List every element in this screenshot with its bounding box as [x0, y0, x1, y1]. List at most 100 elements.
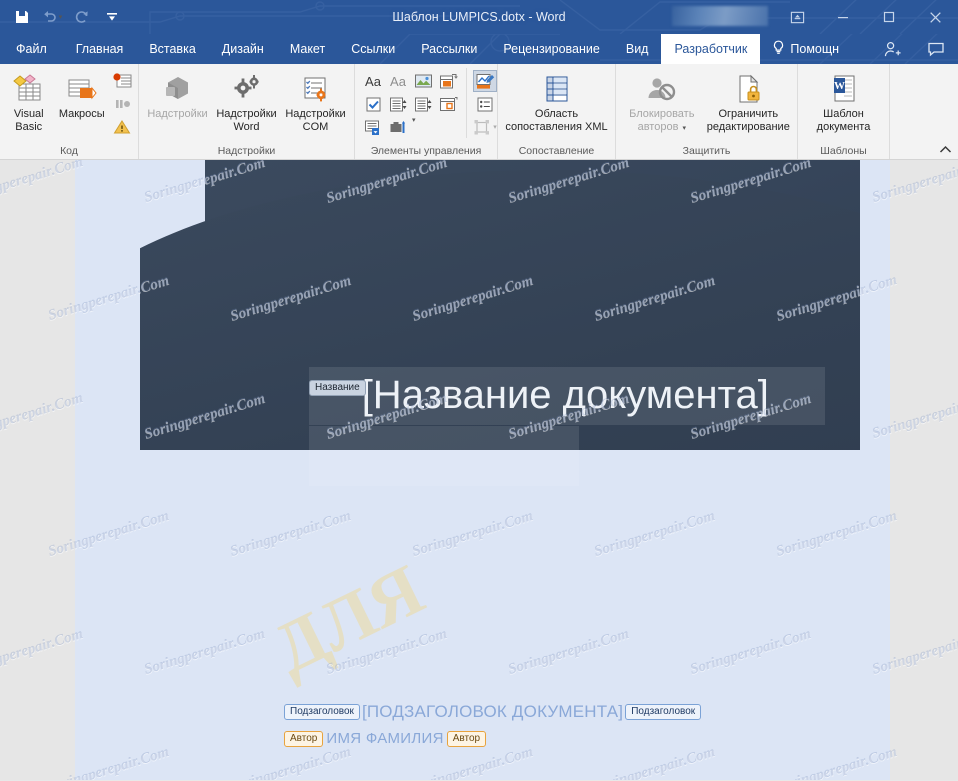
- undo-caret-icon[interactable]: ▾: [59, 13, 63, 21]
- collapse-ribbon-icon[interactable]: [939, 145, 952, 157]
- group-label-addins: Надстройки: [139, 143, 354, 159]
- minimize-icon[interactable]: [820, 0, 866, 34]
- content-control-tag-author-right[interactable]: Автор: [447, 731, 486, 747]
- xml-mapping-pane-button[interactable]: Область сопоставления XML: [502, 68, 611, 133]
- document-author-control[interactable]: Автор ИМЯ ФАМИЛИЯ Автор: [284, 730, 486, 747]
- block-authors-label-2-text: авторов: [638, 121, 679, 133]
- document-subtitle-text[interactable]: [ПОДЗАГОЛОВОК ДОКУМЕНТА]: [362, 702, 623, 722]
- com-addins-label-2: COM: [303, 120, 329, 133]
- document-template-icon: W: [828, 71, 860, 107]
- word-addins-icon: [230, 71, 264, 107]
- macro-security-warning-icon[interactable]: [110, 117, 134, 137]
- undo-button[interactable]: ▾: [38, 4, 66, 30]
- plain-text-control-icon[interactable]: Aa: [386, 70, 410, 92]
- tab-references[interactable]: Ссылки: [338, 34, 408, 64]
- repeating-section-icon[interactable]: [361, 116, 385, 138]
- drop-down-list-icon[interactable]: [411, 93, 435, 115]
- block-authors-label-1: Блокировать: [629, 107, 694, 120]
- word-addins-label-1: Надстройки: [216, 107, 276, 120]
- block-authors-button[interactable]: Блокировать авторов ▾: [620, 68, 704, 135]
- document-author-text[interactable]: ИМЯ ФАМИЛИЯ: [326, 730, 443, 747]
- close-icon[interactable]: [912, 0, 958, 34]
- document-template-button[interactable]: W Шаблон документа: [802, 68, 885, 133]
- content-control-tag-title[interactable]: Название: [309, 380, 366, 396]
- document-template-label-2: документа: [817, 120, 871, 133]
- document-subtitle-control[interactable]: Подзаголовок [ПОДЗАГОЛОВОК ДОКУМЕНТА] По…: [284, 702, 701, 722]
- ribbon-tab-strip[interactable]: Файл Главная Вставка Дизайн Макет Ссылки…: [0, 34, 958, 64]
- combo-box-icon[interactable]: [386, 93, 410, 115]
- ribbon-display-options-icon[interactable]: [774, 0, 820, 34]
- document-title-control[interactable]: Название[Название документа]: [309, 364, 869, 426]
- tab-file[interactable]: Файл: [0, 34, 63, 64]
- tab-design[interactable]: Дизайн: [209, 34, 277, 64]
- controls-right-column[interactable]: ▾: [466, 68, 497, 138]
- overlay-watermark-text: ДЛЯ: [261, 548, 437, 691]
- document-title-text[interactable]: [Название документа]: [362, 373, 769, 417]
- properties-icon[interactable]: [473, 93, 497, 115]
- maximize-icon[interactable]: [866, 0, 912, 34]
- word-addins-button[interactable]: Надстройки Word: [212, 68, 281, 133]
- addins-store-button[interactable]: Надстройки: [143, 68, 212, 120]
- visual-basic-button[interactable]: Visual Basic: [4, 68, 53, 133]
- controls-grid[interactable]: Aa Aa: [361, 68, 460, 138]
- xml-mapping-label-1: Область: [535, 107, 578, 120]
- ribbon-group-protect: Блокировать авторов ▾ Ограничить: [616, 64, 798, 159]
- date-picker-icon[interactable]: [436, 93, 460, 115]
- watermark-text: Soringperepair.Com: [0, 626, 85, 679]
- title-bar: ▾ Шаблон LUMPICS.dotx - Word: [0, 0, 958, 34]
- window-controls[interactable]: [774, 0, 958, 34]
- tell-me-search[interactable]: Помощн: [760, 34, 852, 64]
- controls-row-2[interactable]: [361, 93, 460, 115]
- tab-mailings[interactable]: Рассылки: [408, 34, 490, 64]
- group-icon[interactable]: ▾: [473, 116, 497, 138]
- ribbon-group-controls: Aa Aa: [355, 64, 498, 159]
- record-macro-icon[interactable]: [110, 71, 134, 91]
- tabstrip-right-icons[interactable]: [870, 34, 958, 64]
- word-addins-label-2: Word: [233, 120, 259, 133]
- content-control-tag-subtitle-right[interactable]: Подзаголовок: [625, 704, 701, 720]
- block-authors-icon: [645, 71, 679, 107]
- group-caret-icon[interactable]: ▾: [493, 123, 497, 131]
- group-label-mapping: Сопоставление: [498, 143, 615, 159]
- legacy-tools-caret-icon[interactable]: ▾: [412, 116, 416, 138]
- com-addins-icon: [299, 71, 333, 107]
- picture-control-icon[interactable]: [411, 70, 435, 92]
- document-workspace[interactable]: Название[Название документа] Подзаголово…: [0, 160, 958, 780]
- content-control-tag-subtitle-left[interactable]: Подзаголовок: [284, 704, 360, 720]
- tab-review[interactable]: Рецензирование: [490, 34, 613, 64]
- person-add-icon[interactable]: [870, 34, 914, 64]
- redo-button[interactable]: [68, 4, 96, 30]
- building-block-icon[interactable]: [436, 70, 460, 92]
- restrict-editing-button[interactable]: Ограничить редактирование: [704, 68, 793, 133]
- watermark-text: Soringperepair.Com: [0, 160, 85, 207]
- code-mini-buttons[interactable]: [110, 68, 134, 137]
- quick-access-toolbar[interactable]: ▾: [8, 0, 126, 34]
- com-addins-button[interactable]: Надстройки COM: [281, 68, 350, 133]
- customize-qat-button[interactable]: [98, 4, 126, 30]
- content-control-tag-author-left[interactable]: Автор: [284, 731, 323, 747]
- macros-button[interactable]: Макросы: [53, 68, 110, 120]
- tab-developer[interactable]: Разработчик: [661, 34, 760, 64]
- tab-insert[interactable]: Вставка: [136, 34, 208, 64]
- addins-store-label: Надстройки: [147, 107, 207, 120]
- tab-layout[interactable]: Макет: [277, 34, 338, 64]
- block-authors-caret-icon[interactable]: ▾: [682, 125, 686, 132]
- visual-basic-icon: [12, 71, 46, 107]
- group-label-controls: Элементы управления: [355, 143, 497, 159]
- rich-text-control-icon[interactable]: Aa: [361, 70, 385, 92]
- controls-row-3[interactable]: ▾: [361, 116, 460, 138]
- design-mode-icon[interactable]: [473, 70, 497, 92]
- checkbox-control-icon[interactable]: [361, 93, 385, 115]
- ribbon: Visual Basic Макросы: [0, 64, 958, 160]
- visual-basic-label-2: Basic: [15, 120, 42, 133]
- tab-view[interactable]: Вид: [613, 34, 662, 64]
- document-page[interactable]: Название[Название документа] Подзаголово…: [75, 160, 890, 780]
- comment-icon[interactable]: [914, 34, 958, 64]
- controls-row-1[interactable]: Aa Aa: [361, 70, 460, 92]
- save-button[interactable]: [8, 4, 36, 30]
- title-selection-highlight-line2: [309, 426, 579, 486]
- legacy-tools-icon[interactable]: [386, 116, 410, 138]
- pause-recording-icon[interactable]: [110, 94, 134, 114]
- addins-store-icon: [161, 71, 195, 107]
- tab-home[interactable]: Главная: [63, 34, 137, 64]
